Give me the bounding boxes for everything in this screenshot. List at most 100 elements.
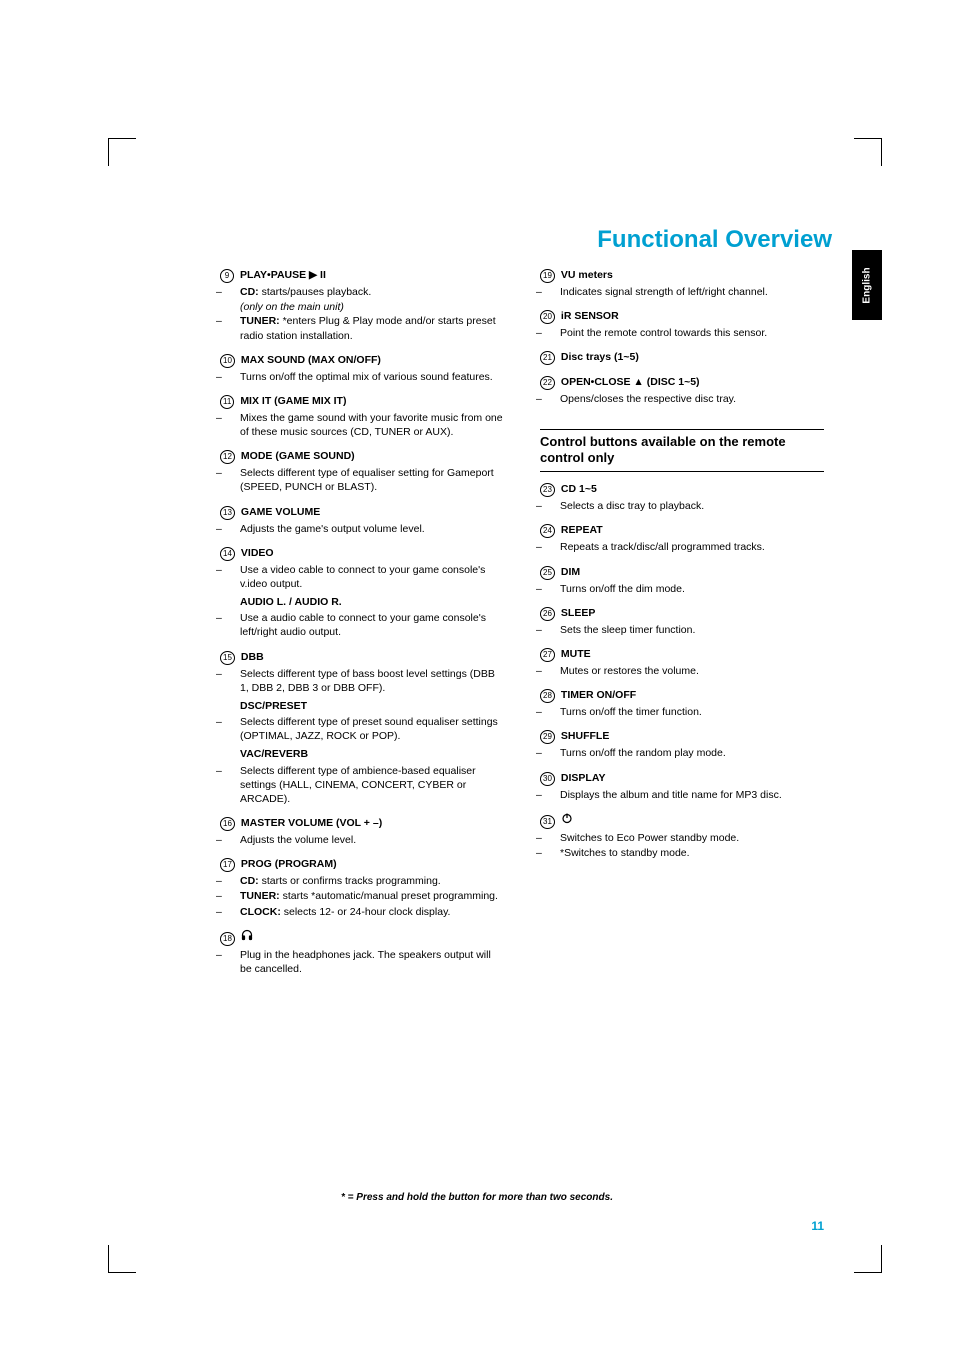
crop-mark [854,138,882,166]
item-description: Adjusts the volume level. [220,833,504,847]
list-item: 11MIX IT (GAME MIX IT)Mixes the game sou… [220,394,504,439]
item-subtitle: DSC/PRESET [220,699,504,713]
item-title: SHUFFLE [561,729,609,743]
item-description: Use a video cable to connect to your gam… [220,563,504,591]
item-description: Plug in the headphones jack. The speaker… [220,948,504,976]
item-description: Turns on/off the timer function. [540,705,824,719]
item-subtitle: VAC/REVERB [220,747,504,761]
item-description: Turns on/off the dim mode. [540,582,824,596]
list-item: 24 REPEAT Repeats a track/disc/all program… [540,523,824,554]
item-description: Selects different type of bass boost lev… [220,667,504,695]
item-title: DIM [561,565,580,579]
item-heading: 10 MAX SOUND (MAX ON/OFF) [220,353,504,368]
item-heading: 26 SLEEP [540,606,824,621]
item-heading: 16MASTER VOLUME (VOL + –) [220,816,504,831]
item-number: 26 [540,607,555,621]
item-title: PROG (PROGRAM) [241,857,337,871]
item-heading: 25DIM [540,565,824,580]
item-title: VIDEO [241,546,274,560]
item-heading: 12MODE (GAME SOUND) [220,449,504,464]
item-description: *Switches to standby mode. [540,846,824,860]
list-item: 15DBB Selects different type of bass boos… [220,650,504,807]
item-heading: 13 GAME VOLUME [220,505,504,520]
list-item: 9PLAY•PAUSE ▶ IICD: starts/pauses playba… [220,268,504,343]
list-item: 25DIM Turns on/off the dim mode. [540,565,824,596]
right-column: 19 VU meters Indicates signal strength of … [540,268,824,986]
item-description: Point the remote control towards this se… [540,326,824,340]
item-number: 13 [220,506,235,520]
item-title: REPEAT [561,523,603,537]
item-title: GAME VOLUME [241,505,320,519]
list-item: 27MUTEMutes or restores the volume. [540,647,824,678]
list-item: 19 VU meters Indicates signal strength of … [540,268,824,299]
item-number: 29 [540,730,555,744]
item-title: CD 1~5 [561,482,597,496]
item-title: MAX SOUND (MAX ON/OFF) [241,353,381,367]
item-description: TUNER: starts *automatic/manual preset p… [220,889,504,903]
item-number: 18 [220,932,235,946]
language-tab: English [852,250,882,320]
item-number: 15 [220,651,235,665]
content-columns: 9PLAY•PAUSE ▶ IICD: starts/pauses playba… [220,268,824,986]
item-heading: 9 PLAY•PAUSE ▶ II [220,268,504,283]
item-title: DISPLAY [561,771,606,785]
item-heading: 27 MUTE [540,647,824,662]
list-item: 13 GAME VOLUME Adjusts the game's output v… [220,505,504,536]
item-description: Repeats a track/disc/all programmed trac… [540,540,824,554]
item-description: Adjusts the game's output volume level. [220,522,504,536]
crop-mark [108,1245,136,1273]
item-number: 27 [540,648,555,662]
item-description: Switches to Eco Power standby mode. [540,831,824,845]
item-number: 9 [220,269,234,283]
item-heading: 18 [220,929,504,946]
item-heading: 19 VU meters [540,268,824,283]
list-item: 12MODE (GAME SOUND) Selects different typ… [220,449,504,494]
item-title [561,812,573,828]
item-title: Disc trays (1~5) [561,350,639,364]
item-description: Opens/closes the respective disc tray. [540,392,824,406]
page-title: Functional Overview [597,226,832,254]
item-heading: 30 DISPLAY [540,771,824,786]
left-column: 9PLAY•PAUSE ▶ IICD: starts/pauses playba… [220,268,504,986]
item-heading: 28TIMER ON/OFF [540,688,824,703]
item-number: 31 [540,815,555,829]
item-title: MASTER VOLUME (VOL + –) [241,816,382,830]
power-icon [561,812,573,824]
item-number: 10 [220,354,235,368]
item-number: 30 [540,772,555,786]
item-heading: 15DBB [220,650,504,665]
item-title [241,929,253,945]
item-title: MUTE [561,647,591,661]
item-description: Selects different type of preset sound e… [220,715,504,743]
item-title: VU meters [561,268,613,282]
language-label: English [862,267,873,303]
list-item: 14 VIDEO Use a video cable to connect to y… [220,546,504,640]
item-number: 20 [540,310,555,324]
item-description: CLOCK: selects 12- or 24-hour clock disp… [220,905,504,919]
list-item: 10MAX SOUND (MAX ON/OFF)Turns on/off the… [220,353,504,384]
item-note: (only on the main unit) [220,300,504,314]
item-description: Indicates signal strength of left/right … [540,285,824,299]
page: Functional Overview English 9 PLAY•PAUSE … [0,0,954,1351]
item-title: SLEEP [561,606,595,620]
item-heading: 29 SHUFFLE [540,729,824,744]
item-description: Use a audio cable to connect to your gam… [220,611,504,639]
section-heading: Control buttons available on the remote … [540,429,824,473]
item-heading: 24 REPEAT [540,523,824,538]
list-item: 20 iR SENSOR Point the remote control towa… [540,309,824,340]
item-number: 11 [220,395,234,409]
item-title: iR SENSOR [561,309,619,323]
item-description: Mixes the game sound with your favorite … [220,411,504,439]
list-item: 28TIMER ON/OFF Turns on/off the timer fun… [540,688,824,719]
list-item: 31 Switches to Eco Power standby mode.*Sw… [540,812,824,860]
item-title: PLAY•PAUSE ▶ II [240,268,326,282]
item-number: 23 [540,483,555,497]
item-description: Selects different type of equaliser sett… [220,466,504,494]
item-heading: 20 iR SENSOR [540,309,824,324]
list-item: 18 Plug in the headphones jack. The speak… [220,929,504,976]
item-number: 19 [540,269,555,283]
item-title: TIMER ON/OFF [561,688,636,702]
item-number: 24 [540,524,555,538]
item-number: 14 [220,547,235,561]
item-description: Selects a disc tray to playback. [540,499,824,513]
